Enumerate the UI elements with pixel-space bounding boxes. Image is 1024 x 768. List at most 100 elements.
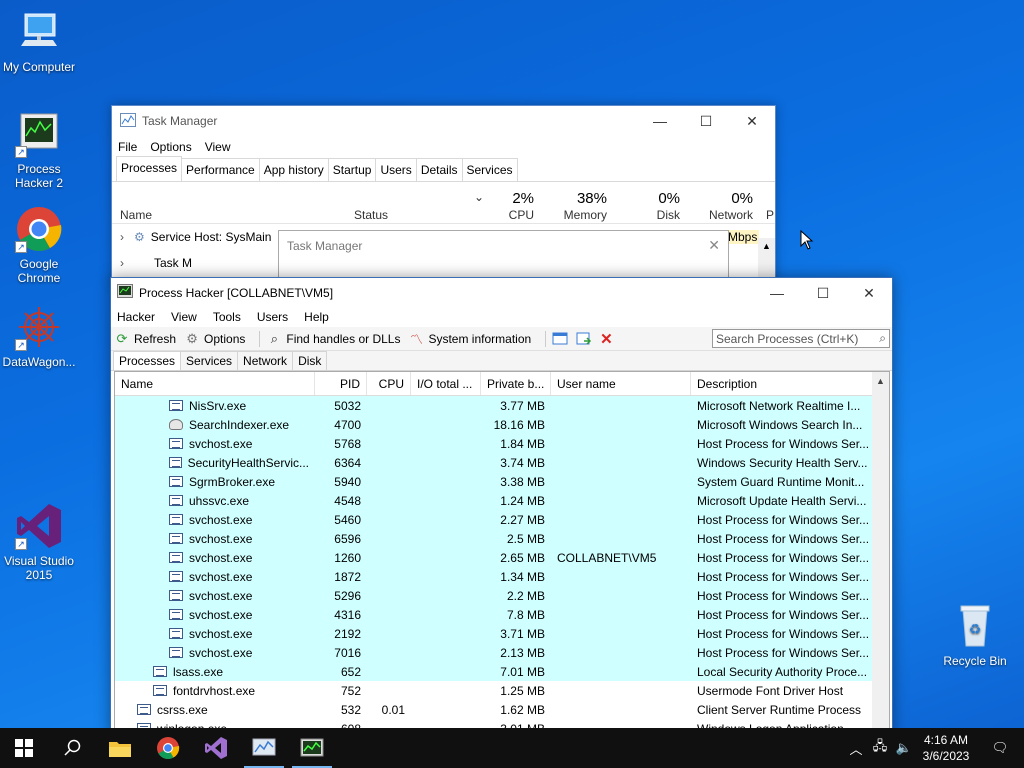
taskbar-visual-studio[interactable] (192, 728, 240, 768)
tab-performance[interactable]: Performance (181, 158, 260, 181)
column-private-bytes[interactable]: Private b... (481, 372, 551, 395)
vertical-scrollbar[interactable]: ▲ (872, 372, 889, 736)
close-icon[interactable]: ✕ (708, 237, 720, 254)
column-pid[interactable]: PID (315, 372, 367, 395)
column-name[interactable]: Name (120, 208, 152, 222)
io-total-cell (411, 472, 481, 491)
menu-users[interactable]: Users (257, 310, 288, 324)
tab-processes[interactable]: Processes (116, 156, 183, 181)
search-button[interactable] (48, 728, 96, 768)
tab-startup[interactable]: Startup (327, 158, 377, 181)
maximize-button[interactable]: ☐ (800, 278, 846, 308)
menu-file[interactable]: File (118, 140, 137, 154)
column-memory[interactable]: Memory (552, 208, 607, 222)
terminate-icon[interactable]: ✕ (600, 330, 613, 348)
taskbar-chrome[interactable] (144, 728, 192, 768)
process-hacker-titlebar[interactable]: Process Hacker [COLLABNET\VM5] — ☐ ✕ (111, 278, 892, 307)
column-disk[interactable]: Disk (630, 208, 680, 222)
process-row[interactable]: svchost.exe 5768 1.84 MB Host Process for W… (115, 434, 889, 453)
private-bytes-cell: 3.77 MB (500, 398, 545, 413)
taskbar-file-explorer[interactable] (96, 728, 144, 768)
search-processes-input[interactable]: Search Processes (Ctrl+K) ⌕ (712, 329, 890, 348)
window-icon[interactable] (552, 332, 568, 346)
process-row[interactable]: SgrmBroker.exe 5940 3.38 MB System Guard Ru… (115, 472, 889, 491)
refresh-button[interactable]: ⟳ Refresh (114, 331, 176, 347)
process-row[interactable]: svchost.exe 2192 3.71 MB Host Process for W… (115, 624, 889, 643)
process-row[interactable]: uhssvc.exe 4548 1.24 MB Microsoft Update He… (115, 491, 889, 510)
column-power[interactable]: P (766, 208, 774, 222)
find-handles-button[interactable]: ⌕ Find handles or DLLs (266, 331, 401, 347)
private-bytes-cell: 2.5 MB (506, 531, 545, 546)
scroll-up-icon[interactable]: ▲ (758, 238, 775, 254)
process-row[interactable]: svchost.exe 5296 2.2 MB Host Process for Wi… (115, 586, 889, 605)
maximize-button[interactable]: ☐ (683, 106, 729, 136)
column-network[interactable]: Network (697, 208, 753, 222)
clock[interactable]: 4:16 AM 3/6/2023 (916, 732, 976, 764)
start-button[interactable] (0, 728, 48, 768)
taskbar-process-hacker[interactable] (288, 728, 336, 768)
process-row[interactable]: fontdrvhost.exe 752 1.25 MB Usermode Font D… (115, 681, 889, 700)
process-row[interactable]: svchost.exe 1260 2.65 MB COLLABNET\VM5 Host … (115, 548, 889, 567)
desktop-icon-recycle-bin[interactable]: ♻ Recycle Bin (936, 602, 1014, 668)
menu-hacker[interactable]: Hacker (117, 310, 155, 324)
show-hidden-icons-chevron-icon[interactable]: ︿ (844, 739, 868, 758)
task-manager-titlebar[interactable]: Task Manager — ☐ ✕ (112, 106, 775, 136)
tab-network[interactable]: Network (237, 351, 294, 370)
column-name[interactable]: Name (115, 372, 315, 395)
minimize-button[interactable]: — (754, 278, 800, 308)
window-arrow-icon[interactable] (576, 332, 592, 346)
column-user-name[interactable]: User name (551, 372, 691, 395)
scroll-up-icon[interactable]: ▲ (872, 372, 889, 389)
process-hacker-window[interactable]: Process Hacker [COLLABNET\VM5] — ☐ ✕ Hac… (110, 277, 893, 737)
column-cpu[interactable]: CPU (367, 372, 411, 395)
tab-services[interactable]: Services (180, 351, 239, 370)
system-information-button[interactable]: 〽 System information (408, 331, 531, 348)
notifications-icon[interactable]: 🗨 (976, 740, 1024, 756)
options-button[interactable]: ⚙ Options (184, 331, 245, 347)
desktop-icon-datawagon[interactable]: ↗ DataWagon... (0, 303, 78, 369)
menu-options[interactable]: Options (150, 140, 191, 154)
process-row[interactable]: svchost.exe 6596 2.5 MB Host Process for Wi… (115, 529, 889, 548)
network-icon[interactable]: 🖧 (868, 737, 892, 759)
column-description[interactable]: Description (691, 372, 874, 395)
tab-services[interactable]: Services (461, 158, 518, 181)
minimize-button[interactable]: — (637, 106, 683, 136)
column-cpu[interactable]: CPU (484, 208, 534, 222)
process-row[interactable]: svchost.exe 5460 2.27 MB Host Process for W… (115, 510, 889, 529)
expand-chevron-icon[interactable]: › (120, 230, 124, 244)
cpu-cell (367, 415, 411, 434)
desktop-icon-my-computer[interactable]: My Computer (0, 8, 78, 74)
desktop-icon-process-hacker[interactable]: ↗ Process Hacker 2 (0, 110, 78, 190)
menu-view[interactable]: View (205, 140, 231, 154)
process-row[interactable]: svchost.exe 7016 2.13 MB Host Process for W… (115, 643, 889, 662)
process-row[interactable]: svchost.exe 4316 7.8 MB Host Process for Wi… (115, 605, 889, 624)
process-tree[interactable]: Name PID CPU I/O total ... Private b... … (114, 371, 890, 736)
tab-details[interactable]: Details (415, 158, 463, 181)
process-row[interactable]: SecurityHealthServic... 6364 3.74 MB Window… (115, 453, 889, 472)
search-icon[interactable]: ⌕ (879, 331, 886, 346)
volume-icon[interactable]: 🔈 (892, 740, 916, 756)
column-io-total[interactable]: I/O total ... (411, 372, 481, 395)
expand-chevron-icon[interactable]: › (120, 256, 124, 270)
name-cell: SecurityHealthServic... (115, 453, 315, 472)
close-button[interactable]: ✕ (729, 106, 775, 136)
task-manager-dialog[interactable]: Task Manager ✕ (278, 230, 729, 278)
folder-icon (109, 742, 131, 757)
taskbar-task-manager[interactable] (240, 728, 288, 768)
process-row[interactable]: svchost.exe 1872 1.34 MB Host Process for W… (115, 567, 889, 586)
process-row[interactable]: NisSrv.exe 5032 3.77 MB Microsoft Network R… (115, 396, 889, 415)
close-button[interactable]: ✕ (846, 278, 892, 308)
process-row[interactable]: csrss.exe 532 0.01 1.62 MB Client Server Run… (115, 700, 889, 719)
process-row[interactable]: SearchIndexer.exe 4700 18.16 MB Microsoft W… (115, 415, 889, 434)
tab-app-history[interactable]: App history (258, 158, 329, 181)
tab-users[interactable]: Users (375, 158, 417, 181)
menu-tools[interactable]: Tools (213, 310, 241, 324)
desktop-icon-visual-studio[interactable]: ↗ Visual Studio 2015 (0, 502, 78, 582)
menu-view[interactable]: View (171, 310, 197, 324)
column-status[interactable]: Status (354, 208, 388, 222)
desktop-icon-google-chrome[interactable]: ↗ Google Chrome (0, 205, 78, 285)
tab-disk[interactable]: Disk (292, 351, 328, 370)
process-row[interactable]: lsass.exe 652 7.01 MB Local Security Author… (115, 662, 889, 681)
tab-processes[interactable]: Processes (113, 351, 182, 370)
menu-help[interactable]: Help (304, 310, 329, 324)
